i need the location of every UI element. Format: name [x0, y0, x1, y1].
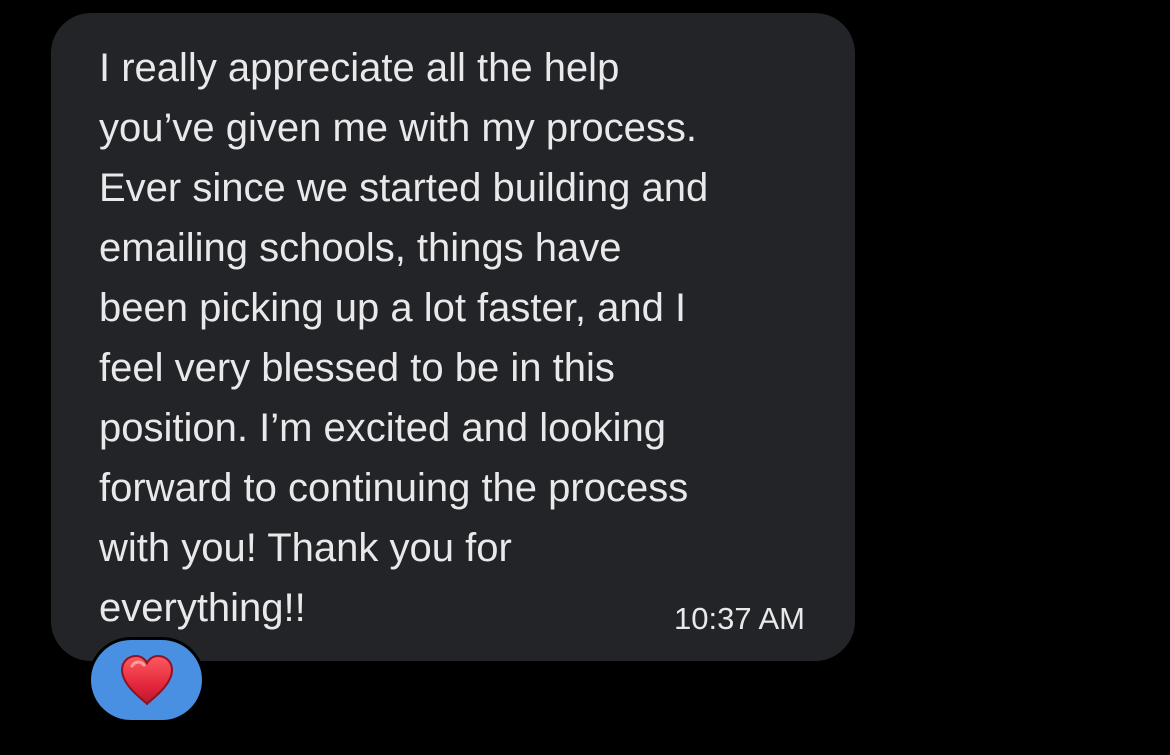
message-line: I really appreciate all the help — [99, 46, 620, 90]
message-line: Ever since we started building and — [99, 166, 709, 210]
conversation-screen: I really appreciate all the help you’ve … — [0, 0, 1170, 755]
heart-reaction-badge[interactable] — [88, 637, 205, 723]
message-timestamp: 10:37 AM — [674, 601, 805, 636]
heart-icon — [120, 654, 173, 706]
message-line: position. I’m excited and looking — [99, 406, 666, 450]
message-line: with you! Thank you for — [99, 526, 512, 570]
message-line: you’ve given me with my process. — [99, 106, 698, 150]
message-text: I really appreciate all the help you’ve … — [99, 38, 819, 638]
message-line: emailing schools, things have — [99, 226, 622, 270]
message-line: feel very blessed to be in this — [99, 346, 615, 390]
message-line: forward to continuing the process — [99, 466, 689, 510]
message-line: been picking up a lot faster, and I — [99, 286, 687, 330]
